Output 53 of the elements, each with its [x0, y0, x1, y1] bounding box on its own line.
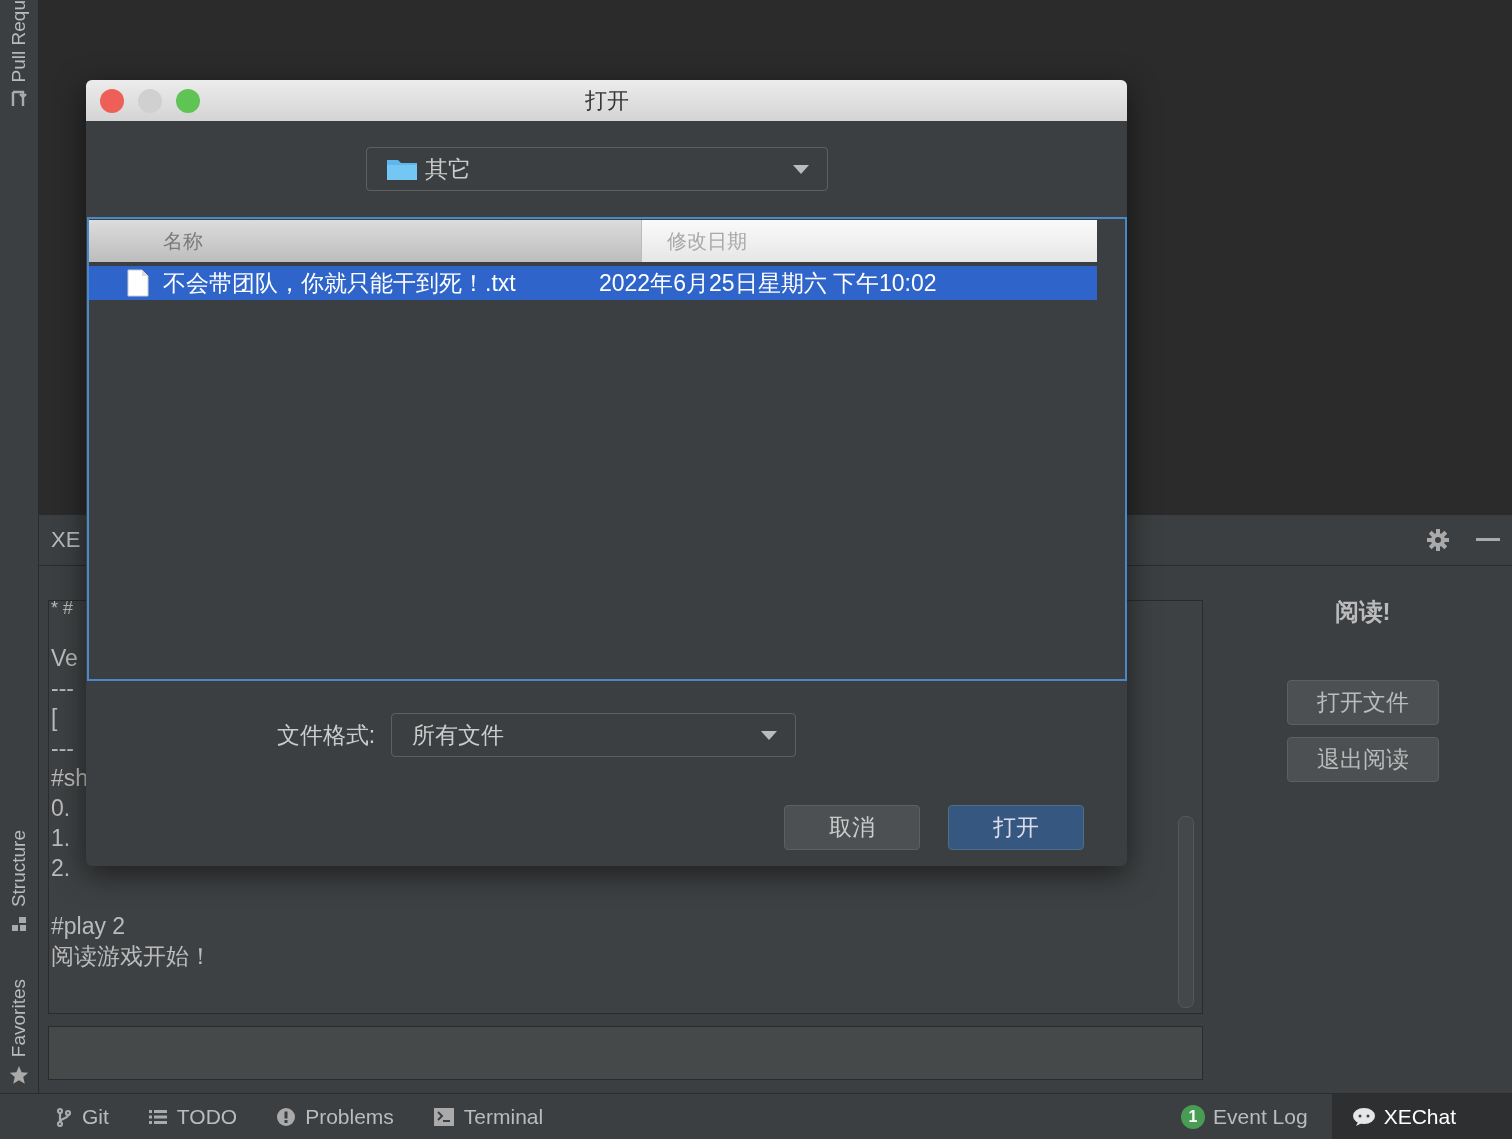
tool-window-title: XE [51, 527, 81, 553]
settings-icon[interactable] [1426, 528, 1450, 552]
text-line: 2. [51, 854, 71, 883]
tool-window-tab[interactable]: Problems [305, 1105, 394, 1129]
list-icon [148, 1109, 167, 1125]
status-bar-tab[interactable]: 1 Event Log [1161, 1094, 1332, 1139]
action-button[interactable]: 打开文件 [1286, 680, 1439, 725]
branch-icon [56, 1107, 72, 1127]
warning-circle-icon [277, 1108, 296, 1126]
close-button[interactable] [100, 89, 124, 113]
reader-heading: 阅读! [1334, 597, 1391, 627]
caret-icon [761, 730, 778, 740]
dialog-title: 打开 [584, 86, 629, 115]
dialog-button[interactable]: 取消 [784, 805, 920, 850]
count-badge: 1 [1181, 1105, 1206, 1129]
star-icon [9, 1065, 29, 1085]
text-line: 阅读游戏开始！ [51, 942, 212, 971]
text-line: #play 2 [51, 912, 126, 941]
minimize-icon[interactable] [1476, 538, 1500, 542]
document-icon [127, 269, 149, 297]
text-line: --- [51, 674, 74, 703]
input-field[interactable] [48, 1026, 1203, 1080]
action-button[interactable]: 退出阅读 [1286, 737, 1439, 782]
text-line: 0. [51, 794, 71, 823]
location-dropdown[interactable]: 其它 [366, 147, 828, 191]
file-list[interactable]: 名称 修改日期 不会带团队，你就只能干到死！.txt 2022年6月25日星期六 下午10:02 [87, 217, 1127, 681]
tool-window-tab[interactable]: TODO [176, 1105, 238, 1129]
text-line: Ve [51, 644, 78, 673]
text-line: [ [51, 704, 58, 733]
text-line: 1. [51, 824, 71, 853]
format-dropdown[interactable]: 所有文件 [391, 713, 797, 757]
tool-window-tab[interactable]: Structure [8, 829, 30, 907]
terminal-icon [433, 1108, 454, 1126]
file-name: 不会带团队，你就只能干到死！.txt [163, 268, 516, 298]
zoom-button[interactable] [176, 89, 200, 113]
tool-window-tab[interactable]: Terminal [463, 1105, 544, 1129]
format-label: 文件格式: [276, 720, 376, 750]
folder-icon [387, 158, 417, 180]
dialog-button[interactable]: 打开 [948, 805, 1084, 850]
file-date: 2022年6月25日星期六 下午10:02 [599, 268, 937, 298]
minimize-button[interactable] [138, 89, 162, 113]
tool-window-tab[interactable]: Favorites [8, 978, 30, 1057]
file-row[interactable]: 不会带团队，你就只能干到死！.txt 2022年6月25日星期六 下午10:02 [89, 266, 1097, 300]
caret-icon [793, 164, 809, 174]
status-bar-tab[interactable]: XEChat [1331, 1094, 1512, 1139]
chat-bubble-icon [1351, 1107, 1376, 1127]
structure-icon [10, 914, 28, 933]
pull-request-icon [10, 90, 28, 109]
tool-window-tab[interactable]: Pull Requ [8, 0, 30, 83]
tool-window-tab[interactable]: Git [82, 1105, 109, 1129]
text-line: --- [51, 734, 74, 763]
text-line: #sh [51, 764, 89, 793]
text-line: * # [51, 601, 74, 615]
